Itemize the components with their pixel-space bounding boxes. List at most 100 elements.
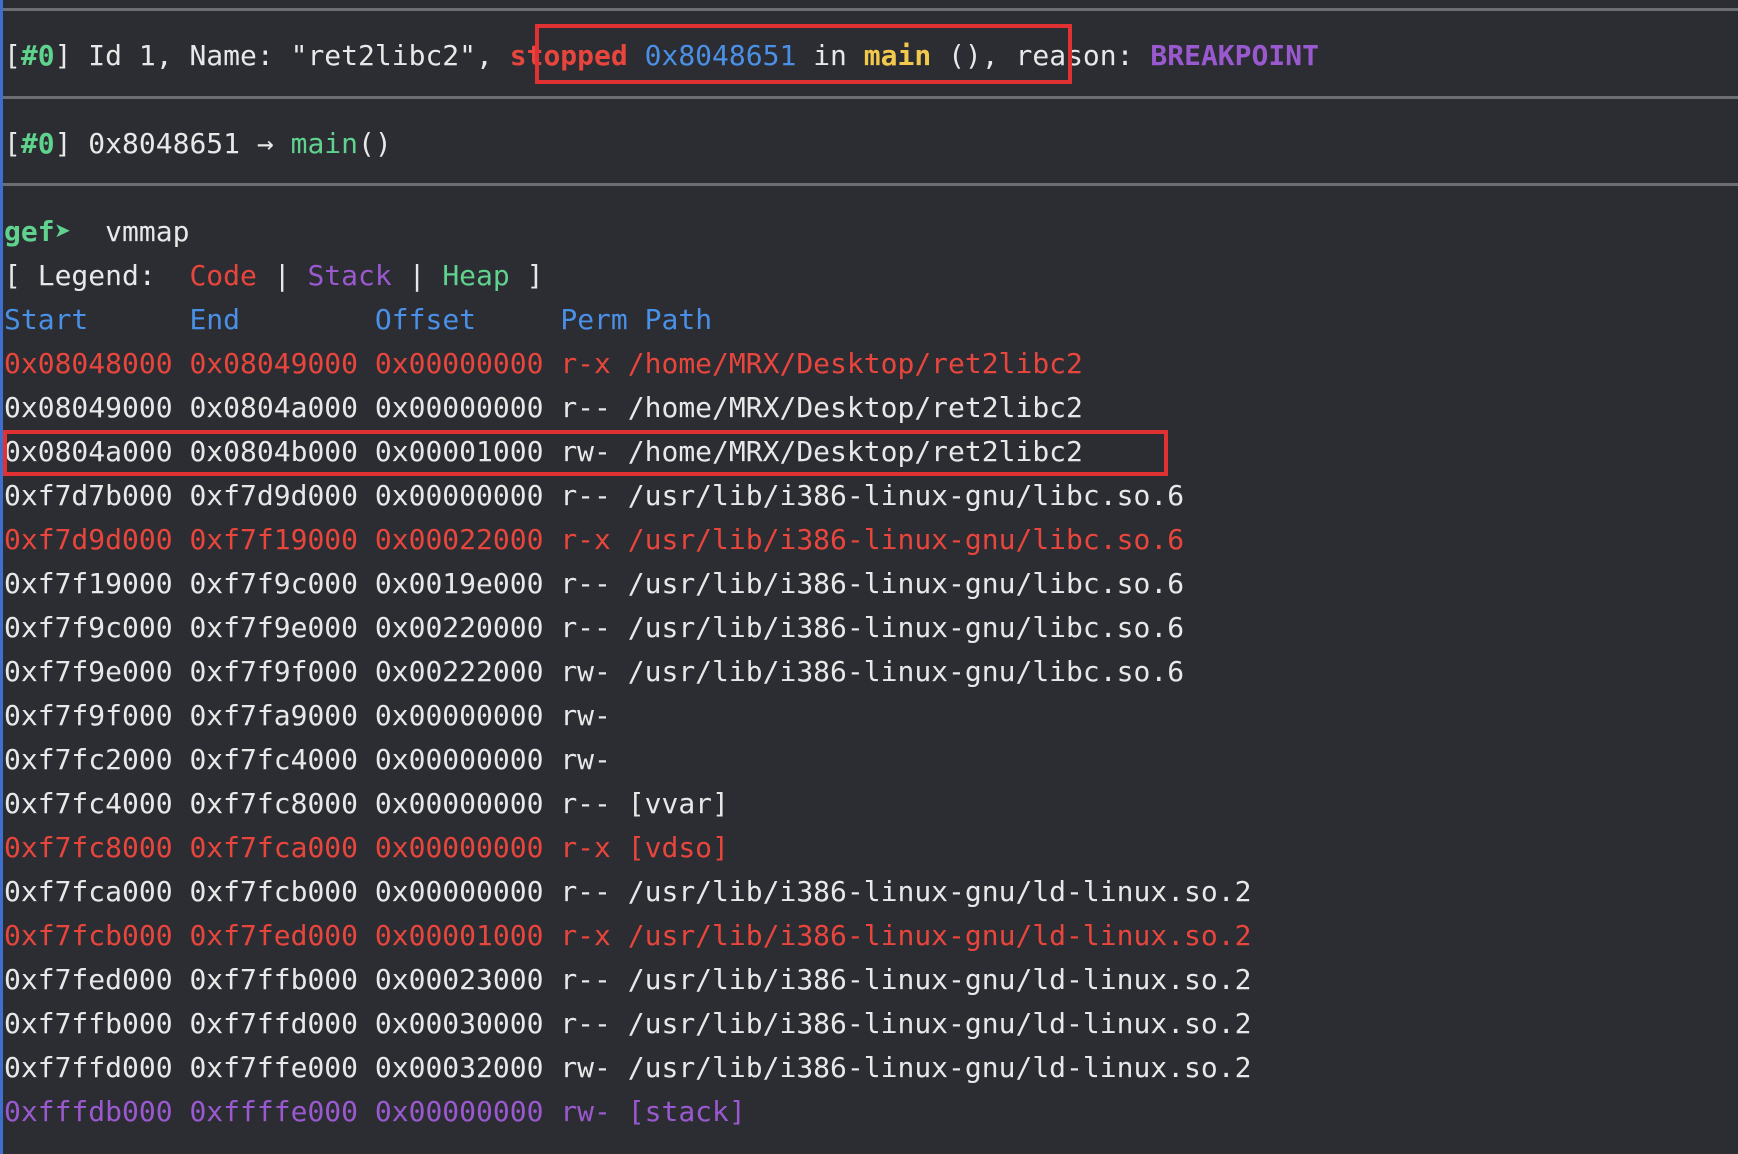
cell-end: 0xf7f9f000 [189, 655, 359, 688]
cell-end: 0xf7ffb000 [189, 963, 359, 996]
cell-path: /usr/lib/i386-linux-gnu/libc.so.6 [627, 611, 1185, 644]
prompt-label: gef➤ [4, 215, 72, 248]
header-path: Path [644, 303, 713, 336]
cell-perm: rw- [560, 1051, 611, 1084]
header-offset: Offset [374, 303, 477, 336]
cell-end: 0xf7fed000 [189, 919, 359, 952]
cell-offset: 0x00000000 [374, 699, 544, 732]
cell-start: 0xf7f9c000 [4, 611, 173, 644]
cell-end: 0x0804a000 [189, 391, 359, 424]
cell-start: 0xf7f19000 [4, 567, 173, 600]
trace-parens: () [358, 127, 392, 160]
trace-arrow: → [256, 127, 274, 160]
prompt-line[interactable]: gef➤ vmmap [4, 210, 189, 254]
legend-sep1: | [273, 259, 291, 292]
highlight-box-rw-row [3, 430, 1168, 476]
cell-path: /home/MRX/Desktop/ret2libc2 [627, 347, 1083, 380]
prompt-command[interactable]: vmmap [105, 215, 189, 248]
legend-open: [ Legend: [4, 259, 156, 292]
cell-offset: 0x00000000 [374, 391, 544, 424]
legend-stack: Stack [307, 259, 392, 292]
header-perm: Perm [560, 303, 628, 336]
table-row: 0xf7ffb000 0xf7ffd000 0x00030000 r-- /us… [4, 1002, 1251, 1046]
cell-start: 0xf7fca000 [4, 875, 173, 908]
cell-offset: 0x00000000 [374, 347, 544, 380]
terminal-window[interactable]: [#0] Id 1, Name: "ret2libc2", stopped 0x… [0, 0, 1738, 1154]
thread-num: #0 [20, 39, 55, 72]
cell-path: /usr/lib/i386-linux-gnu/ld-linux.so.2 [627, 1051, 1252, 1084]
cell-path: /usr/lib/i386-linux-gnu/libc.so.6 [627, 567, 1185, 600]
cell-start: 0xf7ffd000 [4, 1051, 173, 1084]
cell-offset: 0x00000000 [374, 479, 544, 512]
legend-heap: Heap [442, 259, 510, 292]
table-row: 0xf7fc8000 0xf7fca000 0x00000000 r-x [vd… [4, 826, 729, 870]
table-row: 0x08048000 0x08049000 0x00000000 r-x /ho… [4, 342, 1083, 386]
cell-offset: 0x00000000 [374, 875, 544, 908]
cell-perm: r-- [560, 611, 611, 644]
cell-perm: r-x [560, 831, 611, 864]
cell-offset: 0x00222000 [374, 655, 544, 688]
cell-start: 0xf7fc8000 [4, 831, 173, 864]
cell-offset: 0x00000000 [374, 1095, 544, 1128]
cell-offset: 0x00220000 [374, 611, 544, 644]
cell-perm: rw- [560, 743, 611, 776]
cell-path: /usr/lib/i386-linux-gnu/ld-linux.so.2 [627, 1007, 1252, 1040]
table-row: 0xf7d7b000 0xf7d9d000 0x00000000 r-- /us… [4, 474, 1184, 518]
trace-func: main [290, 127, 359, 160]
cell-end: 0xf7ffe000 [189, 1051, 359, 1084]
cell-start: 0xf7f9f000 [4, 699, 173, 732]
cell-start: 0xf7fcb000 [4, 919, 173, 952]
cell-start: 0xf7ffb000 [4, 1007, 173, 1040]
table-header: Start End Offset Perm Path [4, 298, 712, 342]
cell-offset: 0x00000000 [374, 831, 544, 864]
legend-close: ] [526, 259, 544, 292]
cell-perm: rw- [560, 655, 611, 688]
cell-start: 0xf7f9e000 [4, 655, 173, 688]
cell-start: 0x08049000 [4, 391, 173, 424]
cell-offset: 0x00030000 [374, 1007, 544, 1040]
thread-reason: BREAKPOINT [1150, 39, 1319, 72]
cell-end: 0xf7fca000 [189, 831, 359, 864]
cell-offset: 0x00032000 [374, 1051, 544, 1084]
cell-end: 0xf7fcb000 [189, 875, 359, 908]
table-row: 0xf7ffd000 0xf7ffe000 0x00032000 rw- /us… [4, 1046, 1251, 1090]
trace-addr: 0x8048651 [88, 127, 241, 160]
table-row: 0xf7fcb000 0xf7fed000 0x00001000 r-x /us… [4, 914, 1251, 958]
cell-path: /usr/lib/i386-linux-gnu/ld-linux.so.2 [627, 963, 1252, 996]
cell-end: 0xf7fc8000 [189, 787, 359, 820]
thread-prefix: Id 1, Name: "ret2libc2", [88, 39, 510, 72]
cell-end: 0xf7ffd000 [189, 1007, 359, 1040]
trace-line: [#0] 0x8048651 → main() [4, 127, 392, 160]
cell-offset: 0x00023000 [374, 963, 544, 996]
cell-perm: r-- [560, 787, 611, 820]
header-end: End [189, 303, 241, 336]
cell-path: /usr/lib/i386-linux-gnu/ld-linux.so.2 [627, 875, 1252, 908]
table-row: 0xf7f9c000 0xf7f9e000 0x00220000 r-- /us… [4, 606, 1184, 650]
cell-perm: r-- [560, 567, 611, 600]
cell-start: 0xf7d9d000 [4, 523, 173, 556]
table-row: 0x08049000 0x0804a000 0x00000000 r-- /ho… [4, 386, 1083, 430]
cell-perm: r-- [560, 963, 611, 996]
cell-end: 0xf7fc4000 [189, 743, 359, 776]
cell-path: [vdso] [627, 831, 729, 864]
cell-start: 0xf7d7b000 [4, 479, 173, 512]
cell-path: /usr/lib/i386-linux-gnu/libc.so.6 [627, 655, 1185, 688]
legend-line: [ Legend: Code | Stack | Heap ] [4, 254, 543, 298]
separator-top [3, 8, 1738, 11]
cell-perm: rw- [560, 699, 611, 732]
cell-offset: 0x00022000 [374, 523, 544, 556]
table-row: 0xf7f9f000 0xf7fa9000 0x00000000 rw- [4, 694, 628, 738]
header-start: Start [4, 303, 89, 336]
cell-path: /usr/lib/i386-linux-gnu/libc.so.6 [627, 479, 1185, 512]
cell-perm: r-- [560, 875, 611, 908]
trace-num: #0 [20, 127, 55, 160]
cell-end: 0xf7d9d000 [189, 479, 359, 512]
cell-end: 0xf7f19000 [189, 523, 359, 556]
terminal-left-border [0, 0, 3, 1154]
table-row: 0xf7f19000 0xf7f9c000 0x0019e000 r-- /us… [4, 562, 1184, 606]
cell-perm: r-x [560, 347, 611, 380]
cell-end: 0xf7fa9000 [189, 699, 359, 732]
table-row: 0xf7f9e000 0xf7f9f000 0x00222000 rw- /us… [4, 650, 1184, 694]
cell-end: 0xf7f9e000 [189, 611, 359, 644]
cell-start: 0xf7fc2000 [4, 743, 173, 776]
